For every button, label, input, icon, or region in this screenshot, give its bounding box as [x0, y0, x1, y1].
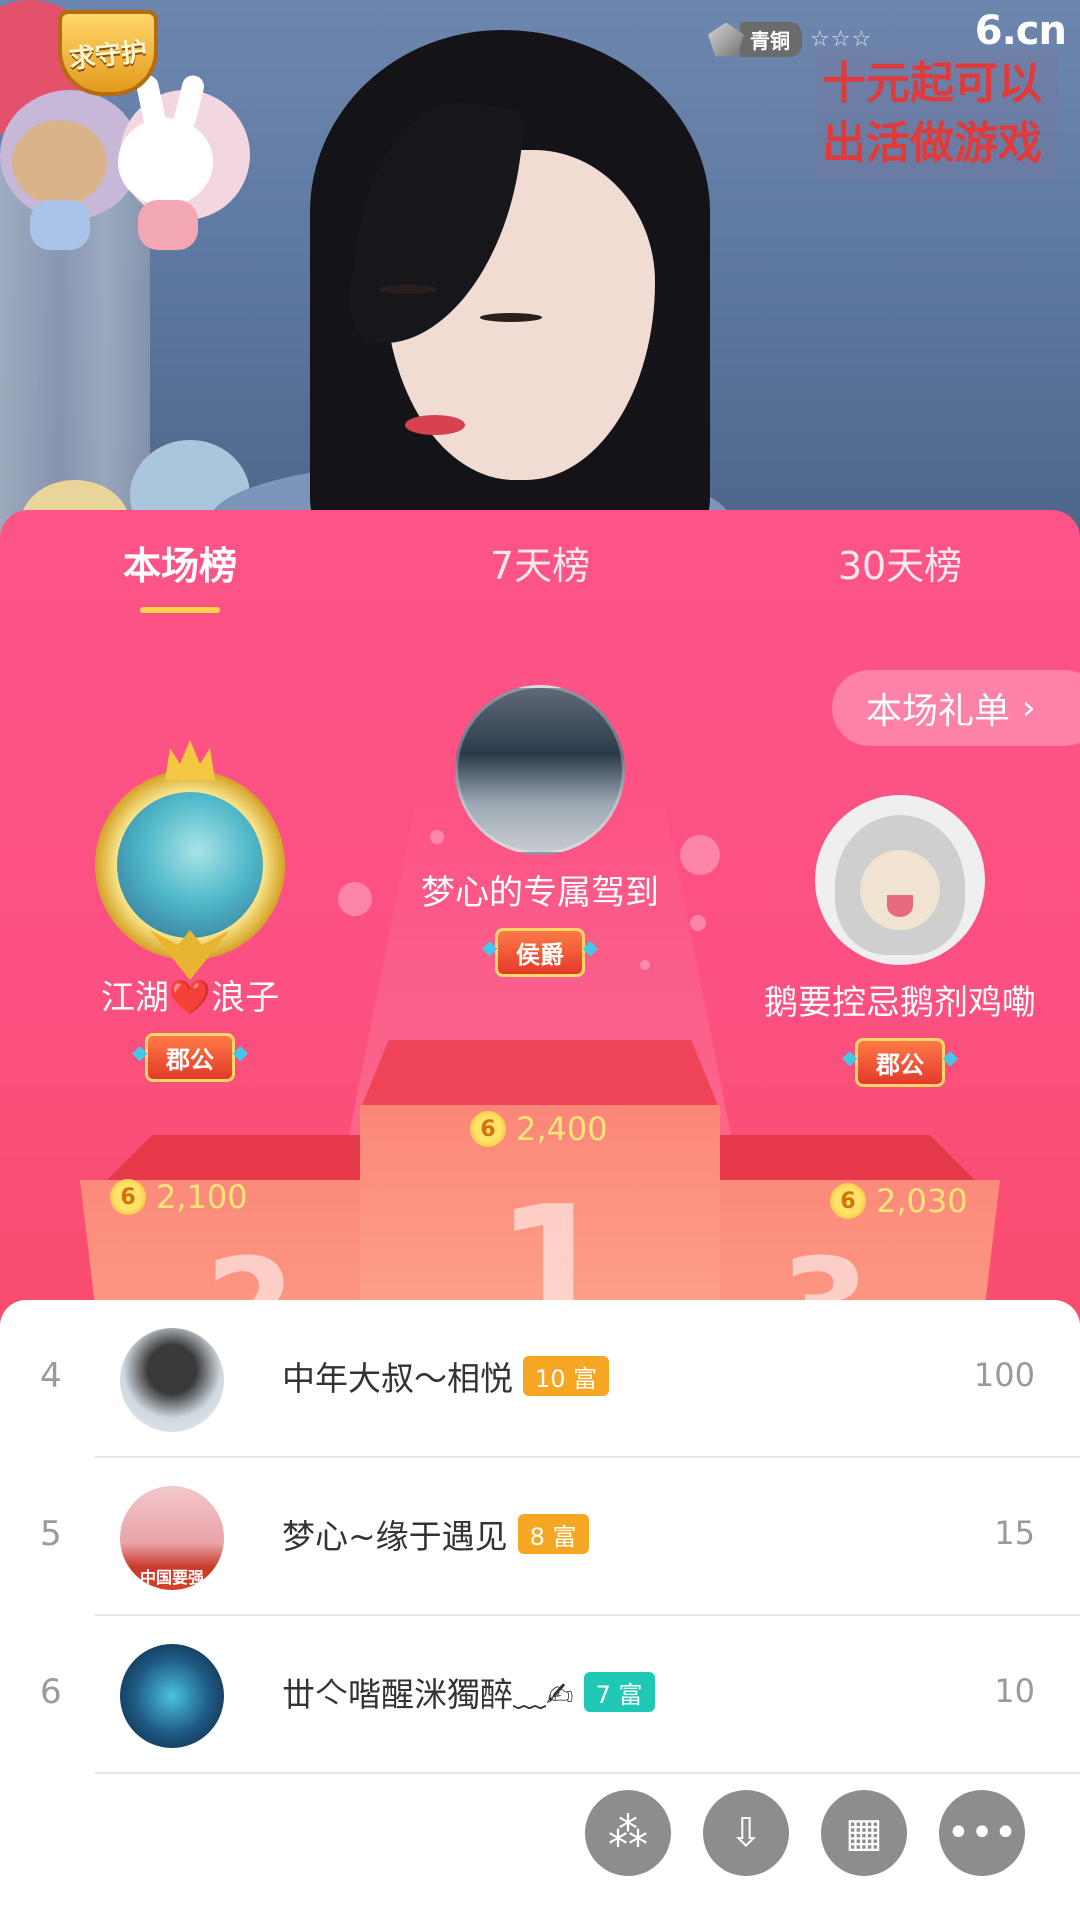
avatar-banner-text: 中国要强: [139, 1568, 204, 1587]
list-user-name: 丗亽喈醒洣獨醉﹏✍: [282, 1675, 574, 1714]
streamer-eye: [378, 285, 438, 294]
avatar-frame[interactable]: [95, 740, 285, 980]
list-item[interactable]: 5 中国要强 梦心~缘于遇见 8 富 15: [0, 1458, 1080, 1616]
cat-face: [860, 850, 940, 930]
promo-text-box: 十元起可以 出活做游戏: [816, 50, 1058, 180]
avatar[interactable]: [120, 1644, 224, 1748]
avatar[interactable]: [815, 795, 985, 965]
rank-stars: ☆☆☆: [810, 27, 873, 52]
tab-30-days[interactable]: 30天榜: [800, 535, 1000, 590]
top-user-first[interactable]: 梦心的专属驾到 侯爵: [390, 685, 690, 977]
coin-icon: 6: [470, 1111, 506, 1147]
list-item[interactable]: 4 中年大叔～相悦 10 富 100: [0, 1300, 1080, 1458]
promo-line: 出活做游戏: [822, 118, 1042, 169]
avatar[interactable]: [120, 1328, 224, 1432]
bear-body: [30, 200, 90, 250]
share-icon: ⁂: [608, 1810, 648, 1856]
list-score: 15: [994, 1514, 1035, 1552]
tab-current-show[interactable]: 本场榜: [80, 535, 280, 590]
guard-badge-label: 求守护: [67, 36, 149, 75]
bear-sticker: [12, 120, 107, 205]
top-user-third[interactable]: 鹅要控忌鹅剂鸡嘞 郡公: [740, 795, 1060, 1087]
list-user: 梦心~缘于遇见 8 富: [282, 1510, 589, 1558]
score-value: 2,400: [516, 1110, 608, 1148]
streamer-eye: [480, 313, 542, 322]
streamer-lips: [405, 415, 465, 435]
wealth-level-badge: 8 富: [517, 1514, 589, 1554]
score-value: 2,100: [156, 1178, 248, 1216]
bottom-toolbar: ⁂ ⇩ ▦ •••: [585, 1790, 1025, 1876]
apps-grid-icon: ▦: [845, 1810, 883, 1856]
score-third: 6 2,030: [830, 1182, 968, 1220]
wealth-level-badge: 10 富: [523, 1356, 610, 1396]
decor-bubble: [690, 915, 706, 931]
coin-icon: 6: [110, 1179, 146, 1215]
decor-bubble: [338, 882, 372, 916]
list-user: 中年大叔～相悦 10 富: [282, 1352, 610, 1400]
cat-mouth: [887, 895, 913, 917]
live-video[interactable]: 求守护 青铜 ☆☆☆ 6.cn 十元起可以 出活做游戏: [0, 0, 1080, 540]
gift-list-button[interactable]: 本场礼单 ›: [832, 670, 1080, 746]
list-user-name: 中年大叔～相悦: [282, 1359, 513, 1398]
noble-title-badge: 郡公: [842, 1038, 958, 1087]
apps-button[interactable]: ▦: [821, 1790, 907, 1876]
list-rank: 5: [40, 1514, 62, 1554]
avatar[interactable]: [455, 685, 625, 855]
score-second: 6 2,100: [110, 1178, 248, 1216]
share-button[interactable]: ⁂: [585, 1790, 671, 1876]
site-logo: 6.cn: [974, 8, 1067, 54]
bunny-sticker: [118, 118, 213, 206]
download-button[interactable]: ⇩: [703, 1790, 789, 1876]
bunny-body: [138, 200, 198, 250]
noble-title-badge: 郡公: [132, 1033, 248, 1082]
coin-icon: 6: [830, 1183, 866, 1219]
guard-badge[interactable]: 求守护: [58, 10, 158, 96]
crown-icon: [165, 740, 215, 780]
list-rank: 6: [40, 1672, 62, 1712]
avatar: [117, 792, 263, 938]
score-value: 2,030: [876, 1182, 968, 1220]
top-user-name: 梦心的专属驾到: [421, 873, 659, 913]
list-score: 10: [994, 1672, 1035, 1710]
score-first: 6 2,400: [470, 1110, 608, 1148]
podium-first-top: [360, 1040, 720, 1110]
rank-label: 青铜: [740, 22, 802, 57]
avatar[interactable]: 中国要强: [120, 1486, 224, 1590]
ranking-tabs: 本场榜 7天榜 30天榜: [0, 535, 1080, 615]
gift-list-label: 本场礼单: [866, 691, 1011, 732]
divider: [95, 1772, 1080, 1774]
diamond-icon: [708, 22, 744, 57]
list-score: 100: [973, 1356, 1035, 1394]
list-user: 丗亽喈醒洣獨醉﹏✍ 7 富: [282, 1668, 655, 1716]
active-tab-indicator: [140, 607, 220, 613]
more-button[interactable]: •••: [939, 1790, 1025, 1876]
list-item[interactable]: 6 丗亽喈醒洣獨醉﹏✍ 7 富 10: [0, 1616, 1080, 1774]
wealth-level-badge: 7 富: [583, 1672, 655, 1712]
more-icon: •••: [946, 1810, 1018, 1856]
noble-title-badge: 侯爵: [482, 928, 598, 977]
chevron-right-icon: ›: [1022, 688, 1036, 728]
top-user-name: 鹅要控忌鹅剂鸡嘞: [764, 983, 1036, 1023]
tab-7-days[interactable]: 7天榜: [440, 535, 640, 590]
download-icon: ⇩: [729, 1810, 763, 1856]
list-user-name: 梦心~缘于遇见: [282, 1517, 508, 1556]
top-user-second[interactable]: 江湖❤️浪子 郡公: [40, 740, 340, 1082]
list-rank: 4: [40, 1356, 62, 1396]
promo-line: 十元起可以: [822, 58, 1042, 109]
